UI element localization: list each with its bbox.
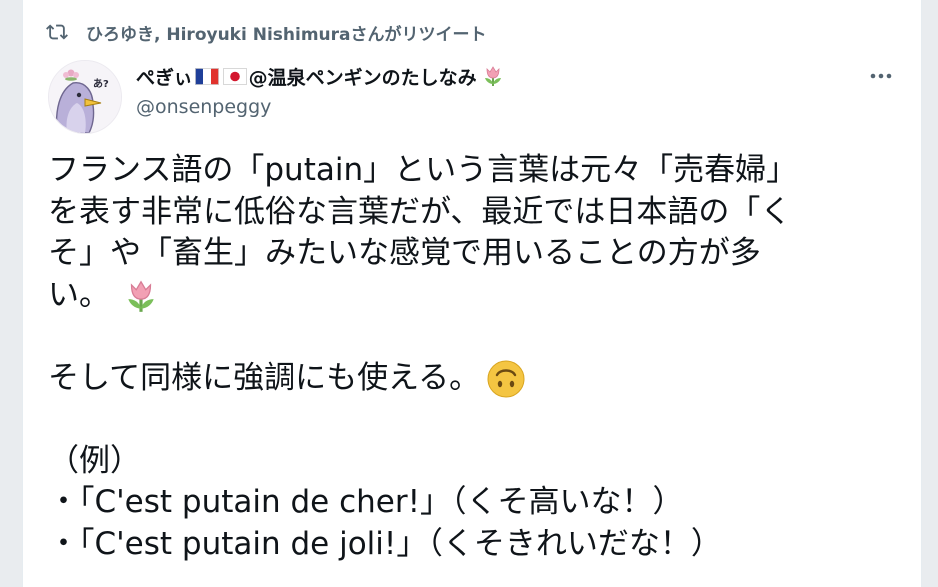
retweet-header[interactable]: ひろゆき, Hiroyuki Nishimuraさんがリツイート [46, 20, 487, 45]
example-heading: （例） [48, 442, 141, 479]
avatar[interactable]: あ? [48, 60, 122, 134]
tweet-line-3: そ」や「畜生」みたいな感覚で用いることの方が多 [48, 235, 761, 271]
tulip-icon [484, 66, 501, 86]
tweet-line-2: を表す非常に低俗な言葉だが、最近では日本語の「く [48, 193, 792, 230]
tweet-line-4-text: い。 [48, 276, 110, 313]
tweet-line-emphasis-text: そして同様に強調にも使える。 [48, 359, 481, 396]
tweet-line-1: フランス語の「putain」という言葉は元々「売春婦」 [48, 152, 798, 188]
tulip-icon [128, 280, 154, 312]
retweet-icon [46, 24, 68, 40]
display-name[interactable]: ぺぎぃ @温泉ペンギンのたしなみ [136, 62, 507, 90]
display-name-prefix: ぺぎぃ [136, 66, 193, 89]
tweet-line-emphasis: そして同様に強調にも使える。 [48, 358, 898, 400]
display-name-suffix: @温泉ペンギンのたしなみ [248, 66, 477, 89]
flag-france-icon [194, 67, 219, 85]
tweet-line-4: い。 [48, 275, 898, 317]
retweet-label: ひろゆき, Hiroyuki Nishimuraさんがリツイート [86, 24, 487, 45]
example-2: ・「C'est putain de joli!」（くそきれいだな！） [48, 525, 722, 562]
flag-japan-icon [222, 67, 247, 85]
user-handle[interactable]: @onsenpeggy [136, 96, 271, 118]
penguin-avatar: あ? [49, 61, 121, 133]
more-options-icon [870, 73, 892, 79]
tweet-body: フランス語の「putain」という言葉は元々「売春婦」 を表す非常に低俗な言葉だ… [48, 150, 898, 565]
svg-text:あ?: あ? [93, 77, 109, 90]
upside-down-face-icon [487, 360, 525, 398]
tweet-page: ひろゆき, Hiroyuki Nishimuraさんがリツイート あ? ぺぎぃ [0, 0, 938, 587]
example-1: ・「C'est putain de cher!」（くそ高いな！） [48, 484, 684, 520]
more-options-button[interactable] [866, 66, 896, 86]
